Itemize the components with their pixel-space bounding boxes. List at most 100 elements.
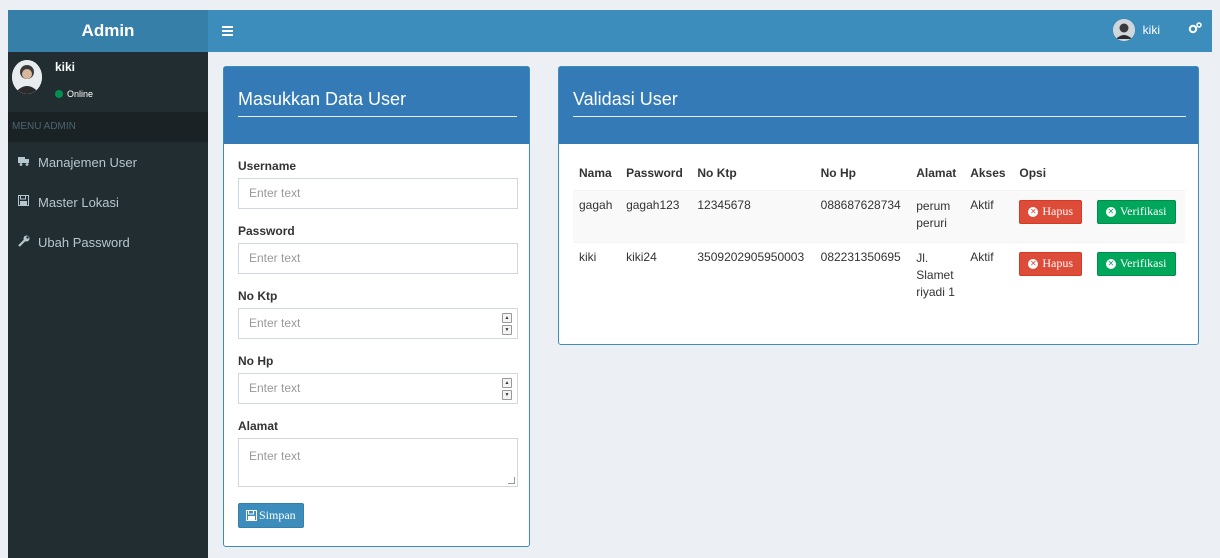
column-header: Akses [964, 157, 1014, 191]
column-header: Nama [573, 157, 621, 191]
resize-handle-icon[interactable] [508, 477, 515, 484]
stepper-up-icon[interactable]: ▲ [502, 378, 512, 388]
alamat-line: riyadi 1 [916, 284, 955, 299]
cell-alamat: Jl. Slamet riyadi 1 [910, 241, 965, 312]
validasi-box: Validasi User Nama Password No Ktp No Hp… [558, 66, 1199, 345]
cell-password: kiki24 [620, 241, 692, 312]
column-header: Opsi [1013, 157, 1185, 191]
times-circle-icon: ✕ [1028, 206, 1039, 217]
sidebar-item-label: Manajemen User [38, 154, 137, 170]
cell-verifikasi: ✕ Verifikasi [1090, 241, 1185, 312]
avatar [1112, 19, 1135, 41]
alamat-line: perum [916, 198, 951, 213]
table-row: kiki kiki24 3509202905950003 08223135069… [573, 241, 1185, 312]
number-stepper[interactable]: ▲ ▼ [502, 378, 512, 400]
hapus-label: Hapus [1042, 256, 1074, 270]
placeholder: Enter text [249, 186, 301, 200]
save-icon [246, 510, 257, 521]
no-hp-input[interactable]: Enter text ▲ ▼ [238, 373, 518, 404]
username-input[interactable]: Enter text [238, 178, 518, 209]
avatar [12, 60, 42, 94]
placeholder: Enter text [249, 381, 301, 395]
cell-alamat: perum peruri [910, 189, 965, 242]
sidebar-user-name: kiki [55, 60, 76, 74]
gears-icon[interactable] [1188, 22, 1202, 37]
column-header: No Hp [814, 157, 911, 191]
hapus-button[interactable]: ✕ Hapus [1019, 199, 1083, 224]
cell-hapus: ✕ Hapus [1013, 241, 1091, 312]
field-label: Password [238, 224, 295, 238]
verifikasi-label: Verifikasi [1119, 204, 1167, 218]
table-row: gagah gagah123 12345678 088687628734 per… [573, 189, 1185, 242]
user-menu[interactable]: kiki [1112, 19, 1160, 41]
alamat-line: Jl. [916, 250, 929, 265]
divider [238, 116, 517, 117]
verifikasi-button[interactable]: ✕ Verifikasi [1096, 199, 1176, 224]
times-circle-icon: ✕ [1105, 206, 1116, 217]
divider [573, 116, 1186, 117]
status-label: Online [67, 89, 94, 99]
simpan-button[interactable]: Simpan [238, 503, 304, 528]
save-icon [18, 195, 38, 209]
user-form: Username Enter text Password Enter text … [224, 144, 529, 528]
stepper-up-icon[interactable]: ▲ [502, 313, 512, 323]
times-circle-icon: ✕ [1028, 258, 1039, 269]
field-label: Alamat [238, 419, 279, 433]
number-stepper[interactable]: ▲ ▼ [502, 313, 512, 335]
user-table: Nama Password No Ktp No Hp Alamat Akses … [573, 157, 1185, 312]
user-name: kiki [1142, 23, 1160, 37]
field-label: Username [238, 159, 297, 173]
cell-nama: kiki [573, 241, 621, 312]
field-label: No Hp [238, 354, 274, 368]
placeholder: Enter text [249, 316, 301, 330]
box-header: Validasi User [559, 67, 1198, 144]
alamat-line: peruri [916, 215, 947, 230]
column-header: Password [620, 157, 692, 191]
column-header: Alamat [910, 157, 965, 191]
box-title: Masukkan Data User [238, 89, 407, 109]
top-navbar: kiki [208, 10, 1212, 52]
stepper-down-icon[interactable]: ▼ [502, 325, 512, 335]
sidebar: kiki Online MENU ADMIN Manajemen User Ma… [8, 52, 208, 558]
alamat-line: Slamet [916, 267, 954, 282]
cell-verifikasi: ✕ Verifikasi [1090, 189, 1185, 242]
user-panel: kiki Online [8, 52, 208, 112]
truck-icon [18, 155, 38, 169]
menu-header: MENU ADMIN [8, 112, 208, 142]
no-ktp-input[interactable]: Enter text ▲ ▼ [238, 308, 518, 339]
alamat-textarea[interactable]: Enter text [238, 438, 518, 487]
box-header: Masukkan Data User [224, 67, 529, 144]
cell-nama: gagah [573, 189, 621, 242]
verifikasi-label: Verifikasi [1119, 256, 1167, 270]
app-logo[interactable]: Admin [8, 10, 208, 52]
verifikasi-button[interactable]: ✕ Verifikasi [1096, 251, 1176, 276]
cell-akses: Aktif [964, 241, 1014, 312]
online-dot-icon [55, 90, 63, 98]
cell-ktp: 3509202905950003 [691, 241, 815, 312]
sidebar-item-manajemen-user[interactable]: Manajemen User [8, 142, 208, 182]
cell-hp: 082231350695 [814, 241, 911, 312]
times-circle-icon: ✕ [1105, 258, 1116, 269]
sidebar-item-label: Master Lokasi [38, 194, 119, 210]
password-input[interactable]: Enter text [238, 243, 518, 274]
form-box: Masukkan Data User Username Enter text P… [223, 66, 530, 547]
cell-hp: 088687628734 [814, 189, 911, 242]
cell-ktp: 12345678 [691, 189, 815, 242]
wrench-icon [18, 235, 38, 250]
hamburger-icon[interactable] [222, 21, 236, 41]
cell-hapus: ✕ Hapus [1013, 189, 1091, 242]
hapus-label: Hapus [1042, 204, 1074, 218]
cell-password: gagah123 [620, 189, 692, 242]
box-title: Validasi User [573, 89, 678, 109]
stepper-down-icon[interactable]: ▼ [502, 390, 512, 400]
cell-akses: Aktif [964, 189, 1014, 242]
sidebar-item-ubah-password[interactable]: Ubah Password [8, 222, 208, 262]
field-label: No Ktp [238, 289, 278, 303]
sidebar-item-label: Ubah Password [38, 234, 130, 250]
column-header: No Ktp [691, 157, 815, 191]
placeholder: Enter text [249, 251, 301, 265]
simpan-label: Simpan [259, 508, 296, 522]
hapus-button[interactable]: ✕ Hapus [1019, 251, 1083, 276]
placeholder: Enter text [249, 449, 301, 463]
sidebar-item-master-lokasi[interactable]: Master Lokasi [8, 182, 208, 222]
